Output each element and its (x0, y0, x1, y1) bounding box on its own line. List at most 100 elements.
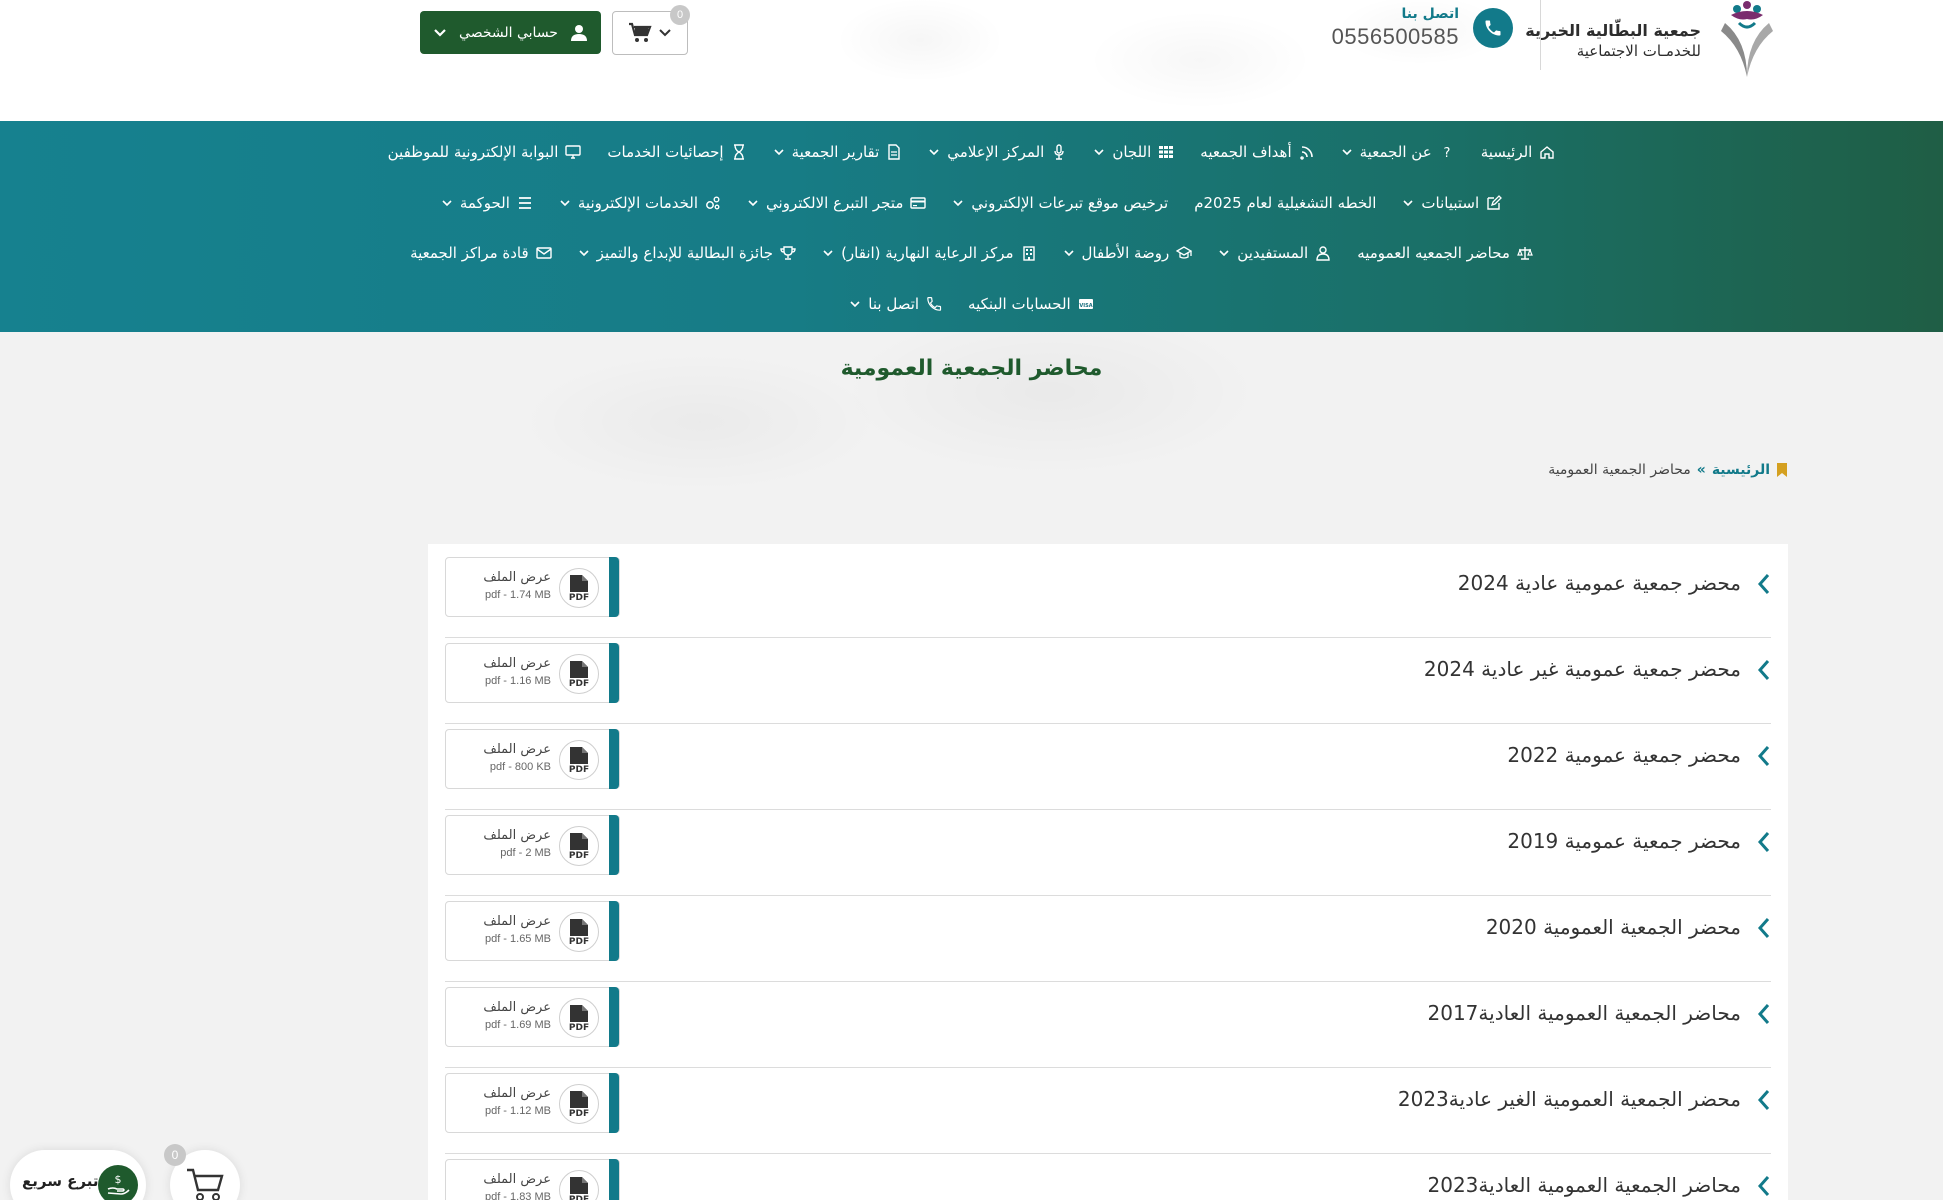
contact-phone-number[interactable]: 0556500585 (1332, 24, 1459, 50)
nav-item-label: اللجان (1112, 143, 1152, 161)
grid-icon (1159, 146, 1174, 158)
chevron-down-icon (434, 28, 446, 37)
nav-item-label: عن الجمعية (1359, 143, 1432, 161)
chevron-down-icon (748, 200, 758, 207)
file-title[interactable]: محضر جمعية عمومية 2019 (1507, 810, 1741, 872)
view-file-button[interactable]: PDF عرض الملف pdf - 1.65 MB (445, 901, 620, 961)
view-file-button[interactable]: PDF عرض الملف pdf - 1.69 MB (445, 987, 620, 1047)
pdf-icon: PDF (559, 912, 599, 952)
donate-hand-icon: $ (98, 1165, 138, 1200)
nav-item-row3-0[interactable]: محاضر الجمعيه العموميه (1344, 244, 1546, 262)
nav-item-row1-1[interactable]: ? عن الجمعية (1328, 143, 1468, 161)
svg-text:PDF: PDF (569, 1109, 589, 1118)
file-title[interactable]: محضر جمعية عمومية عادية 2024 (1458, 552, 1741, 614)
rss-icon (1299, 146, 1313, 160)
chevron-left-icon[interactable] (1757, 917, 1771, 939)
desktop-icon (565, 145, 582, 159)
file-size: pdf - 1.74 MB (484, 589, 551, 601)
home-icon (1540, 146, 1555, 159)
file-icon (888, 144, 900, 160)
file-title[interactable]: محضر جمعية عمومية 2022 (1507, 724, 1741, 786)
pdf-icon: PDF (559, 740, 599, 780)
svg-text:PDF: PDF (569, 765, 589, 774)
chevron-down-icon (1342, 149, 1352, 156)
nav-item-row4-0[interactable]: VISA الحسابات البنكيه (955, 295, 1107, 313)
nav-item-row3-2[interactable]: روضة الأطفال (1050, 244, 1206, 262)
file-size: pdf - 1.12 MB (484, 1105, 551, 1117)
file-title[interactable]: محاضر الجمعية العمومية العادية2017 (1428, 982, 1742, 1044)
nav-item-row1-2[interactable]: أهداف الجمعيه (1187, 143, 1327, 161)
view-file-label: عرض الملف (483, 1172, 551, 1187)
nav-item-row2-3[interactable]: متجر التبرع الالكتروني (734, 194, 939, 212)
chevron-left-icon[interactable] (1757, 831, 1771, 853)
cogs-icon (706, 196, 720, 210)
nav-item-row2-4[interactable]: الخدمات الإلكترونية (546, 194, 734, 212)
chevron-left-icon[interactable] (1757, 1003, 1771, 1025)
balance-scale-icon (1517, 247, 1533, 260)
contact-block[interactable]: اتصل بنا 0556500585 (1332, 6, 1513, 50)
view-file-button[interactable]: PDF عرض الملف pdf - 2 MB (445, 815, 620, 875)
file-title[interactable]: محضر جمعية عمومية غير عادية 2024 (1424, 638, 1741, 700)
page-title: محاضر الجمعية العمومية (840, 356, 1103, 381)
nav-item-row2-1[interactable]: الخطه التشغيلية لعام 2025م (1181, 194, 1389, 212)
svg-text:PDF: PDF (569, 1023, 589, 1032)
envelope-icon (535, 247, 552, 259)
nav-item-row2-0[interactable]: استبيانات (1389, 194, 1515, 212)
file-card-accent (609, 987, 619, 1047)
nav-item-row2-5[interactable]: الحوكمة (428, 194, 546, 212)
pdf-icon: PDF (559, 1170, 599, 1200)
file-row: محضر جمعية عمومية 2022 PDF عرض الملف pdf - … (445, 724, 1771, 810)
chevron-down-icon (850, 301, 860, 308)
nav-item-label: مركز الرعاية النهارية (انقار) (841, 244, 1014, 262)
file-size: pdf - 2 MB (500, 847, 551, 859)
svg-text:PDF: PDF (569, 593, 589, 602)
logo-title: جمعية البطّالية الخيرية (1525, 20, 1701, 40)
svg-text:VISA: VISA (1079, 303, 1092, 309)
nav-item-label: تقارير الجمعية (791, 143, 880, 161)
nav-item-row2-2[interactable]: ترخيص موقع تبرعات الإلكتروني (939, 194, 1181, 212)
view-file-button[interactable]: PDF عرض الملف pdf - 1.74 MB (445, 557, 620, 617)
nav-item-row3-4[interactable]: جائزة البطالية للإبداع والتميز (565, 244, 809, 262)
chevron-left-icon[interactable] (1757, 659, 1771, 681)
user-icon (570, 24, 587, 41)
cart-icon (629, 22, 652, 42)
list-icon (518, 197, 531, 209)
chevron-left-icon[interactable] (1757, 573, 1771, 595)
credit-card-icon (910, 197, 927, 209)
breadcrumb-home-link[interactable]: الرئيسية (1712, 462, 1770, 478)
logo-subtitle: للخدمـات الاجتماعية (1576, 41, 1701, 60)
view-file-button[interactable]: PDF عرض الملف pdf - 1.12 MB (445, 1073, 620, 1133)
view-file-button[interactable]: PDF عرض الملف pdf - 1.16 MB (445, 643, 620, 703)
nav-item-row1-3[interactable]: اللجان (1080, 143, 1187, 161)
nav-item-row3-3[interactable]: مركز الرعاية النهارية (انقار) (809, 244, 1049, 262)
nav-item-row1-7[interactable]: البوابة الإلكترونية للموظفين (375, 143, 595, 161)
chevron-left-icon[interactable] (1757, 1089, 1771, 1111)
my-account-button[interactable]: حسابي الشخصي (420, 11, 601, 54)
file-title[interactable]: محضر الجمعية العمومية 2020 (1486, 896, 1741, 958)
file-title[interactable]: محضر الجمعية العمومية الغير عادية2023 (1398, 1068, 1741, 1130)
site-logo[interactable]: جمعية البطّالية الخيرية للخدمـات الاجتما… (1525, 0, 1783, 80)
file-size: pdf - 1.16 MB (484, 675, 551, 687)
view-file-button[interactable]: PDF عرض الملف pdf - 800 KB (445, 729, 620, 789)
chevron-down-icon (1403, 200, 1413, 207)
view-file-button[interactable]: PDF عرض الملف pdf - 1.83 MB (445, 1159, 620, 1200)
nav-item-label: أهداف الجمعيه (1200, 143, 1292, 161)
view-file-label: عرض الملف (483, 1000, 551, 1015)
nav-item-row1-5[interactable]: تقارير الجمعية (760, 143, 916, 161)
graduation-cap-icon (1176, 246, 1193, 259)
nav-item-row3-5[interactable]: قادة مراكز الجمعية (397, 244, 565, 262)
nav-item-row1-0[interactable]: الرئيسية (1468, 143, 1569, 161)
nav-item-label: روضة الأطفال (1081, 244, 1170, 262)
file-size: pdf - 1.83 MB (484, 1191, 551, 1200)
svg-text:PDF: PDF (569, 1195, 589, 1200)
chevron-left-icon[interactable] (1757, 1175, 1771, 1197)
nav-item-row1-6[interactable]: إحصائيات الخدمات (594, 143, 759, 161)
nav-item-row4-1[interactable]: اتصل بنا (836, 295, 955, 313)
nav-item-row3-1[interactable]: المستفيدين (1205, 244, 1344, 262)
file-title[interactable]: محاضر الجمعية العمومية العادية2023 (1428, 1154, 1742, 1200)
user-icon (1316, 246, 1330, 261)
quick-donate-button[interactable]: $ تبرع سريع (10, 1150, 146, 1200)
view-file-label: عرض الملف (483, 742, 551, 757)
nav-item-row1-4[interactable]: المركز الإعلامي (915, 143, 1080, 161)
chevron-left-icon[interactable] (1757, 745, 1771, 767)
